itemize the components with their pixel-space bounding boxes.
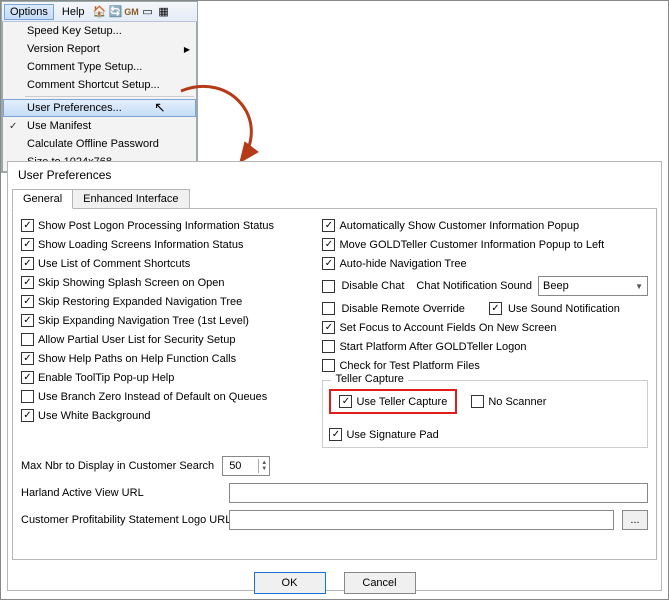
chk-skip-splash[interactable]	[21, 276, 34, 289]
menu-separator	[25, 96, 194, 97]
options-dropdown: Speed Key Setup... Version Report ▶ Comm…	[2, 22, 197, 172]
tab-enhanced-interface[interactable]: Enhanced Interface	[72, 189, 189, 209]
menu-options[interactable]: Options	[4, 4, 54, 20]
lbl-enable-tooltip: Enable ToolTip Pop-up Help	[38, 372, 174, 384]
chk-skip-restore-nav[interactable]	[21, 295, 34, 308]
chk-no-scanner[interactable]	[471, 395, 484, 408]
chk-enable-tooltip[interactable]	[21, 371, 34, 384]
menubar: Options Help 🏠 🔄 GM ▭ ▦	[2, 2, 197, 22]
teller-capture-legend: Teller Capture	[331, 373, 407, 385]
lbl-use-branch-zero: Use Branch Zero Instead of Default on Qu…	[38, 391, 267, 403]
lbl-auto-hide-nav: Auto-hide Navigation Tree	[339, 258, 466, 270]
options-menu-window: Options Help 🏠 🔄 GM ▭ ▦ Speed Key Setup.…	[1, 1, 198, 173]
table-icon[interactable]: ▦	[157, 5, 171, 19]
dialog-title: User Preferences	[8, 162, 661, 188]
chk-allow-partial-user[interactable]	[21, 333, 34, 346]
menu-version-report[interactable]: Version Report ▶	[3, 40, 196, 58]
right-column: Automatically Show Customer Information …	[322, 219, 648, 448]
select-chat-sound[interactable]: Beep ▼	[538, 276, 648, 296]
cancel-button[interactable]: Cancel	[344, 572, 416, 594]
lbl-auto-show-cust: Automatically Show Customer Information …	[339, 220, 579, 232]
tab-general[interactable]: General	[12, 189, 73, 209]
lbl-disable-remote: Disable Remote Override	[341, 303, 465, 315]
chk-use-teller[interactable]	[339, 395, 352, 408]
spinner-arrows-icon[interactable]: ▲▼	[258, 459, 269, 473]
ok-button[interactable]: OK	[254, 572, 326, 594]
chk-start-platform[interactable]	[322, 340, 335, 353]
chk-use-signature[interactable]	[329, 428, 342, 441]
lbl-use-signature: Use Signature Pad	[346, 429, 438, 441]
lbl-set-focus-account: Set Focus to Account Fields On New Scree…	[339, 322, 556, 334]
lbl-harland-url: Harland Active View URL	[21, 487, 221, 499]
select-chat-sound-value: Beep	[543, 280, 569, 292]
chk-use-sound-notif[interactable]	[489, 302, 502, 315]
lbl-use-white-bg: Use White Background	[38, 410, 151, 422]
chk-skip-expand-nav[interactable]	[21, 314, 34, 327]
lbl-skip-restore-nav: Skip Restoring Expanded Navigation Tree	[38, 296, 242, 308]
chk-check-test-platform[interactable]	[322, 359, 335, 372]
document-icon[interactable]: ▭	[141, 5, 155, 19]
menu-speed-key[interactable]: Speed Key Setup...	[3, 22, 196, 40]
menu-help[interactable]: Help	[56, 4, 91, 20]
chk-use-branch-zero[interactable]	[21, 390, 34, 403]
dialog-buttons: OK Cancel	[8, 564, 661, 604]
input-cust-profit-url[interactable]	[229, 510, 614, 530]
checkmark-icon: ✓	[9, 121, 17, 132]
chk-show-post-logon[interactable]	[21, 219, 34, 232]
highlight-box: Use Teller Capture	[329, 389, 457, 414]
chevron-down-icon: ▼	[635, 282, 643, 291]
menu-comment-type[interactable]: Comment Type Setup...	[3, 58, 196, 76]
menu-calc-offline[interactable]: Calculate Offline Password	[3, 135, 196, 153]
teller-capture-group: Teller Capture Use Teller Capture No Sca…	[322, 380, 648, 448]
menu-version-report-label: Version Report	[27, 43, 100, 55]
input-harland-url[interactable]	[229, 483, 648, 503]
lbl-chat-sound: Chat Notification Sound	[416, 280, 532, 292]
chk-use-white-bg[interactable]	[21, 409, 34, 422]
lbl-use-list-shortcuts: Use List of Comment Shortcuts	[38, 258, 190, 270]
lbl-show-loading: Show Loading Screens Information Status	[38, 239, 243, 251]
chk-move-goldteller[interactable]	[322, 238, 335, 251]
lbl-check-test-platform: Check for Test Platform Files	[339, 360, 479, 372]
menu-use-manifest[interactable]: ✓ Use Manifest	[3, 117, 196, 135]
lbl-use-sound-notif: Use Sound Notification	[508, 303, 620, 315]
menu-comment-shortcut[interactable]: Comment Shortcut Setup...	[3, 76, 196, 94]
refresh-icon[interactable]: 🔄	[109, 5, 123, 19]
lbl-skip-splash: Skip Showing Splash Screen on Open	[38, 277, 225, 289]
left-column: Show Post Logon Processing Information S…	[21, 219, 306, 448]
lbl-skip-expand-nav: Skip Expanding Navigation Tree (1st Leve…	[38, 315, 249, 327]
menu-user-preferences[interactable]: User Preferences...	[3, 99, 196, 117]
chk-show-help-paths[interactable]	[21, 352, 34, 365]
chk-disable-remote[interactable]	[322, 302, 335, 315]
chk-set-focus-account[interactable]	[322, 321, 335, 334]
chk-show-loading[interactable]	[21, 238, 34, 251]
chk-use-list-shortcuts[interactable]	[21, 257, 34, 270]
tabs: General Enhanced Interface	[8, 188, 661, 208]
tab-body-general: Show Post Logon Processing Information S…	[12, 208, 657, 560]
home-icon[interactable]: 🏠	[93, 5, 107, 19]
lbl-show-post-logon: Show Post Logon Processing Information S…	[38, 220, 274, 232]
chk-auto-show-cust[interactable]	[322, 219, 335, 232]
lower-form: Max Nbr to Display in Customer Search 50…	[21, 456, 648, 530]
chk-disable-chat[interactable]	[322, 280, 335, 293]
input-max-nbr[interactable]: 50 ▲▼	[222, 456, 270, 476]
lbl-allow-partial-user: Allow Partial User List for Security Set…	[38, 334, 235, 346]
lbl-move-goldteller: Move GOLDTeller Customer Information Pop…	[339, 239, 604, 251]
user-preferences-dialog: User Preferences General Enhanced Interf…	[7, 161, 662, 591]
lbl-cust-profit-url: Customer Profitability Statement Logo UR…	[21, 514, 221, 526]
submenu-arrow-icon: ▶	[184, 45, 190, 54]
lbl-show-help-paths: Show Help Paths on Help Function Calls	[38, 353, 236, 365]
browse-button[interactable]: ...	[622, 510, 648, 530]
lbl-max-nbr: Max Nbr to Display in Customer Search	[21, 460, 214, 472]
lbl-start-platform: Start Platform After GOLDTeller Logon	[339, 341, 526, 353]
lbl-disable-chat: Disable Chat	[341, 280, 404, 292]
lbl-use-teller: Use Teller Capture	[356, 396, 447, 408]
lbl-no-scanner: No Scanner	[488, 396, 546, 408]
chk-auto-hide-nav[interactable]	[322, 257, 335, 270]
gm-icon[interactable]: GM	[125, 5, 139, 19]
input-max-nbr-value: 50	[229, 460, 241, 472]
menu-use-manifest-label: Use Manifest	[27, 120, 91, 132]
